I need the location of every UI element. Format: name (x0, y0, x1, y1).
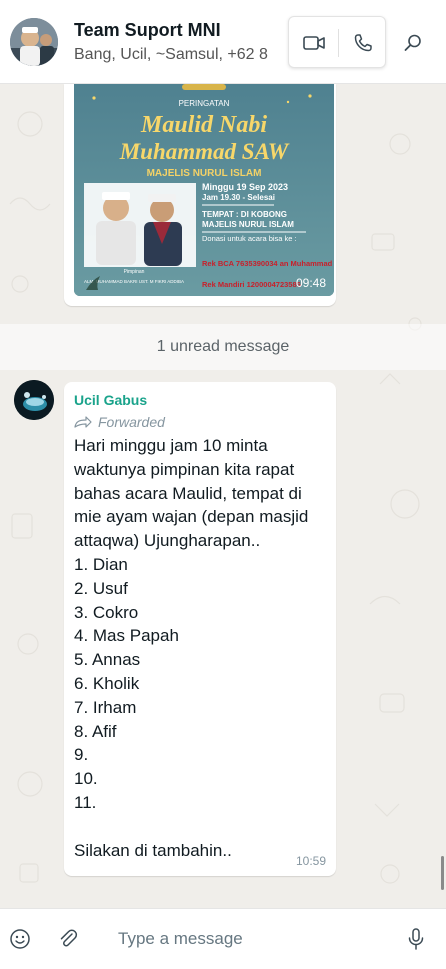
voice-call-button[interactable] (346, 27, 380, 59)
sender-name[interactable]: Ucil Gabus (74, 392, 147, 408)
maulid-poster-image[interactable]: PERINGATAN Maulid Nabi Muhammad SAW MAJE… (74, 84, 334, 296)
poster-venue-name: MAJELIS NURUL ISLAM (202, 220, 294, 229)
poster-org: MAJELIS NURUL ISLAM (147, 168, 262, 179)
forward-arrow-icon (74, 416, 92, 428)
chat-participants[interactable]: Bang, Ucil, ~Samsul, +62 8 (74, 46, 280, 64)
poster-time-line: Jam 19.30 - Selesai (202, 193, 275, 202)
paperclip-icon (60, 929, 78, 947)
attach-button[interactable] (54, 925, 82, 953)
poster-date: Minggu 19 Sep 2023 (202, 182, 288, 192)
chat-title[interactable]: Team Suport MNI (74, 20, 221, 41)
microphone-icon (408, 928, 424, 950)
message-body: Hari minggu jam 10 minta waktunya pimpin… (74, 436, 309, 860)
group-avatar[interactable] (10, 18, 58, 66)
unread-divider: 1 unread message (0, 324, 446, 370)
video-call-icon (303, 36, 325, 50)
message-composer (0, 908, 446, 969)
unread-label: 1 unread message (156, 338, 290, 355)
text-message-bubble[interactable]: Ucil Gabus Forwarded Hari minggu jam 10 … (64, 382, 336, 876)
poster-top-label: PERINGATAN (179, 99, 230, 108)
video-call-button[interactable] (297, 27, 331, 59)
emoji-icon (10, 929, 30, 949)
search-button[interactable] (398, 28, 428, 58)
poster-leader-names: ALM. MUHAMMAD BAKRI UST. M FIKRI ADDIBA (84, 279, 184, 284)
poster-title-line1: Maulid Nabi (140, 112, 267, 138)
forwarded-label: Forwarded (74, 414, 165, 430)
emoji-button[interactable] (6, 925, 34, 953)
poster-venue-label: TEMPAT : DI KOBONG (202, 210, 287, 219)
message-input[interactable] (104, 921, 384, 957)
image-message-time: 09:48 (295, 276, 326, 290)
search-icon (404, 34, 421, 51)
poster-title-line2: Muhammad SAW (119, 139, 290, 164)
chat-scrollbar[interactable] (441, 856, 444, 890)
voice-message-button[interactable] (402, 925, 430, 953)
forwarded-text: Forwarded (98, 414, 165, 430)
poster-leader-label: Pimpinan (124, 269, 145, 275)
chat-area[interactable]: PERINGATAN Maulid Nabi Muhammad SAW MAJE… (0, 84, 446, 908)
poster-bank1: Rek BCA 7635390034 an Muhammad Fikri Add… (202, 259, 334, 268)
image-message-bubble[interactable]: PERINGATAN Maulid Nabi Muhammad SAW MAJE… (64, 84, 336, 306)
voice-call-icon (354, 34, 372, 52)
sender-avatar[interactable] (14, 380, 54, 420)
call-separator (338, 29, 339, 57)
chat-header: Team Suport MNI Bang, Ucil, ~Samsul, +62… (0, 0, 446, 84)
poster-bank2: Rek Mandiri 1200004723586 (202, 280, 301, 289)
call-buttons-group (288, 16, 386, 68)
poster-donation: Donasi untuk acara bisa ke : (202, 234, 297, 243)
message-time: 10:59 (295, 854, 326, 868)
